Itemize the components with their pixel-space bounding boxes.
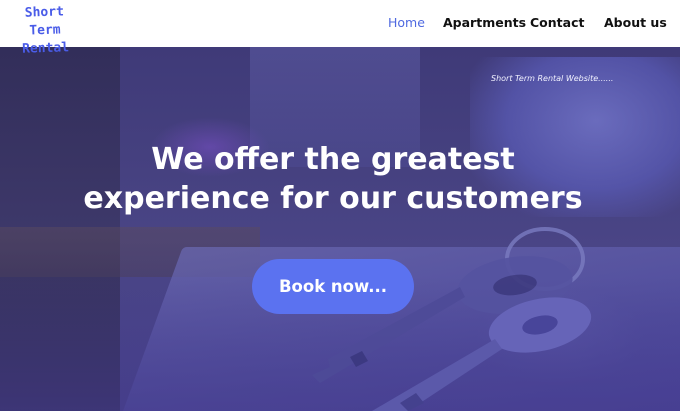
nav-apartments-link[interactable]: Apartments xyxy=(443,15,526,30)
nav-about-link[interactable]: About us xyxy=(604,15,667,30)
site-header: Short Term Rental Home Apartments Contac… xyxy=(0,0,680,57)
logo-line-2: Rental xyxy=(21,40,70,57)
hero-tagline: Short Term Rental Website...... xyxy=(491,74,614,83)
book-now-button[interactable]: Book now... xyxy=(252,259,414,314)
nav-contact-link[interactable]: Contact xyxy=(530,15,584,30)
nav-home-link[interactable]: Home xyxy=(388,15,425,30)
hero-heading: We offer the greatest experience for our… xyxy=(0,140,666,218)
hero-heading-line-2: experience for our customers xyxy=(83,181,583,216)
hero-heading-line-1: We offer the greatest xyxy=(151,142,515,177)
main-nav: Home Apartments Contact About us xyxy=(0,15,680,33)
hero-section: Short Term Rental Website...... We offer… xyxy=(0,47,680,411)
